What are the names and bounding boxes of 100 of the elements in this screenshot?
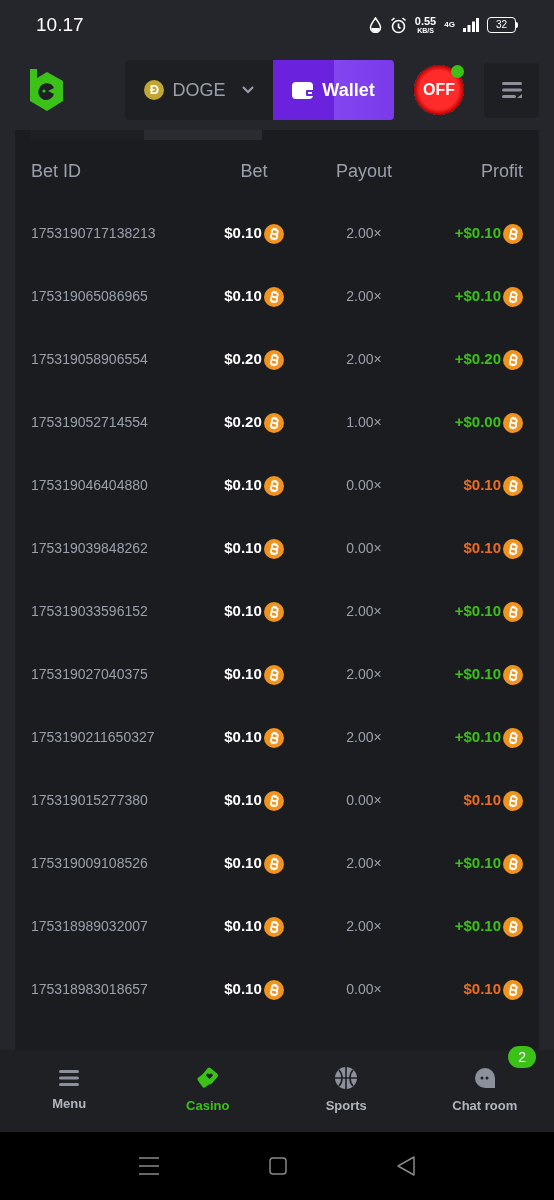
chat-icon <box>472 1066 497 1091</box>
alarm-icon <box>389 16 407 34</box>
drop-icon <box>368 17 382 33</box>
menu-button[interactable] <box>484 62 539 118</box>
bet-id: 1753190717138213 <box>31 224 157 243</box>
signal-icon <box>462 18 479 32</box>
profit: +$0.10 <box>454 286 501 307</box>
recent-apps-icon[interactable] <box>139 1157 159 1175</box>
nav-tab[interactable]: Casino <box>186 1066 230 1116</box>
bet-amount: $0.10 <box>224 853 262 874</box>
coin-icon <box>263 349 284 370</box>
bet-amount: $0.20 <box>224 349 262 370</box>
nav-tab[interactable]: Chat room <box>452 1066 518 1116</box>
currency-selector[interactable]: Ð DOGE <box>125 60 273 120</box>
bet-amount: $0.10 <box>224 727 262 748</box>
home-icon[interactable] <box>269 1157 287 1175</box>
coin-icon <box>263 727 284 748</box>
coin-icon <box>503 853 523 874</box>
coin-icon <box>503 286 523 307</box>
bet-id: 1753190211650327 <box>31 728 156 747</box>
coin-icon <box>263 601 284 622</box>
bet-amount: $0.10 <box>224 286 262 307</box>
bet-amount: $0.10 <box>224 601 262 622</box>
coin-icon <box>263 916 284 937</box>
column-header: Bet ID <box>31 159 83 183</box>
doge-coin-icon: Ð <box>144 80 165 100</box>
coin-icon <box>503 538 523 559</box>
profit: +$0.10 <box>454 916 501 937</box>
profit: $0.10 <box>463 790 501 811</box>
coin-icon <box>263 664 284 685</box>
coin-icon <box>503 790 523 811</box>
bet-id: 175319058906554 <box>31 350 149 369</box>
profit: $0.10 <box>463 979 501 1000</box>
bet-amount: $0.20 <box>224 412 262 433</box>
payout: 0.00× <box>346 980 382 999</box>
nav-tab[interactable]: Menu <box>52 1068 87 1114</box>
coin-icon <box>263 286 284 307</box>
menu-icon <box>501 82 522 98</box>
cards-icon <box>195 1066 220 1091</box>
payout: 2.00× <box>346 287 382 306</box>
network-type: 4G <box>444 19 455 31</box>
payout: 2.00× <box>346 665 382 684</box>
coin-icon <box>503 601 523 622</box>
column-header: Bet <box>240 159 268 183</box>
coin-icon <box>263 979 284 1000</box>
coin-icon <box>503 412 523 433</box>
coin-icon <box>503 223 523 244</box>
coin-icon <box>503 475 523 496</box>
coin-icon <box>263 538 284 559</box>
bet-amount: $0.10 <box>224 538 262 559</box>
bet-amount: $0.10 <box>224 475 262 496</box>
bet-id: 175319027040375 <box>31 665 149 684</box>
coin-icon <box>503 727 523 748</box>
profit: $0.10 <box>463 538 501 559</box>
bet-id: 175319033596152 <box>31 602 149 621</box>
menu-icon <box>58 1068 81 1089</box>
profit: +$0.10 <box>454 664 501 685</box>
bet-id: 175319052714554 <box>31 413 149 432</box>
off-toggle-button[interactable]: OFF <box>414 65 464 115</box>
coin-icon <box>503 664 523 685</box>
payout: 1.00× <box>346 413 382 432</box>
wallet-button[interactable]: Wallet <box>273 60 394 120</box>
coin-icon <box>263 412 284 433</box>
status-time: 10.17 <box>36 12 84 37</box>
profit: +$0.10 <box>454 853 501 874</box>
bet-id: 175318989032007 <box>31 917 149 936</box>
column-header: Payout <box>335 159 392 183</box>
bet-amount: $0.10 <box>224 664 262 685</box>
coin-icon <box>263 853 284 874</box>
bet-amount: $0.10 <box>224 916 262 937</box>
bet-id: 175319039848262 <box>31 539 149 558</box>
payout: 2.00× <box>346 350 382 369</box>
profit: +$0.10 <box>454 601 501 622</box>
coin-icon <box>503 349 523 370</box>
coin-icon <box>503 979 523 1000</box>
bet-amount: $0.10 <box>224 790 262 811</box>
coin-icon <box>263 475 284 496</box>
network-speed: 0.55 <box>414 16 437 27</box>
payout: 0.00× <box>346 791 382 810</box>
logo-icon <box>28 67 65 113</box>
bet-id: 175319009108526 <box>31 854 149 873</box>
chevron-down-icon <box>241 86 254 94</box>
battery-level: 32 <box>486 17 516 33</box>
bet-id: 175319015277380 <box>31 791 149 810</box>
coin-icon <box>263 790 284 811</box>
coin-icon <box>263 223 284 244</box>
bet-id: 175319046404880 <box>31 476 149 495</box>
nav-tab[interactable]: Sports <box>325 1066 367 1116</box>
payout: 2.00× <box>346 602 382 621</box>
coin-icon <box>503 916 523 937</box>
profit: +$0.20 <box>454 349 501 370</box>
profit: +$0.10 <box>454 727 501 748</box>
bet-amount: $0.10 <box>224 979 262 1000</box>
back-icon[interactable] <box>397 1156 415 1176</box>
payout: 0.00× <box>346 476 382 495</box>
payout: 2.00× <box>346 728 382 747</box>
payout: 0.00× <box>346 539 382 558</box>
profit: +$0.10 <box>454 223 501 244</box>
payout: 2.00× <box>346 224 382 243</box>
payout: 2.00× <box>346 917 382 936</box>
